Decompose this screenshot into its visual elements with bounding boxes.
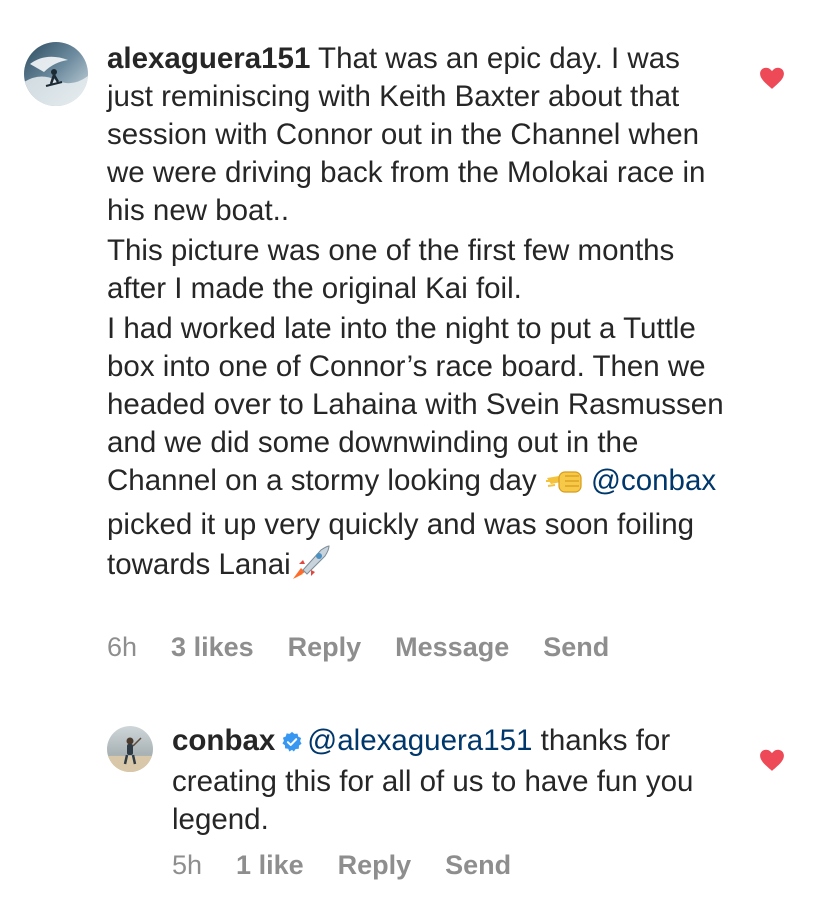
avatar[interactable] <box>107 726 153 772</box>
comment-username[interactable]: conbax <box>172 724 275 757</box>
reply-button[interactable]: Reply <box>338 850 412 881</box>
comment-text: picked it up very quickly and was soon f… <box>107 508 695 581</box>
comment: alexaguera151 That was an epic day. I wa… <box>0 0 828 700</box>
likes-count[interactable]: 3 likes <box>171 632 254 663</box>
message-button[interactable]: Message <box>395 632 509 663</box>
mention-link[interactable]: @alexaguera151 <box>307 724 532 757</box>
comment-meta: 5h 1 like Reply Send <box>172 850 511 881</box>
avatar[interactable] <box>24 42 88 106</box>
verified-badge-icon <box>281 725 303 763</box>
comment-meta: 6h 3 likes Reply Message Send <box>107 632 609 663</box>
likes-count[interactable]: 1 like <box>236 850 304 881</box>
rocket-emoji <box>291 544 331 590</box>
comment-paragraph: I had worked late into the night to put … <box>107 310 727 590</box>
avatar-image <box>24 42 88 106</box>
mention-link[interactable]: @conbax <box>591 464 716 497</box>
like-heart-icon[interactable] <box>759 748 785 772</box>
reply-button[interactable]: Reply <box>288 632 362 663</box>
comment-username[interactable]: alexaguera151 <box>107 42 310 75</box>
comment-text: This picture was one of the first few mo… <box>107 234 675 305</box>
like-heart-icon[interactable] <box>759 66 785 90</box>
comment-paragraph: conbax @alexaguera151 thanks for creatin… <box>172 722 732 839</box>
fist-bump-emoji <box>545 468 583 506</box>
comment-timestamp: 6h <box>107 632 138 662</box>
comment-timestamp: 5h <box>172 850 203 880</box>
avatar-image <box>107 726 153 772</box>
send-button[interactable]: Send <box>445 850 511 881</box>
comment-paragraph: This picture was one of the first few mo… <box>107 232 727 308</box>
comment-paragraph: alexaguera151 That was an epic day. I wa… <box>107 40 727 230</box>
reply-comment: conbax @alexaguera151 thanks for creatin… <box>0 700 828 898</box>
comment-body: alexaguera151 That was an epic day. I wa… <box>107 40 727 590</box>
comment-body: conbax @alexaguera151 thanks for creatin… <box>172 722 732 839</box>
send-button[interactable]: Send <box>543 632 609 663</box>
